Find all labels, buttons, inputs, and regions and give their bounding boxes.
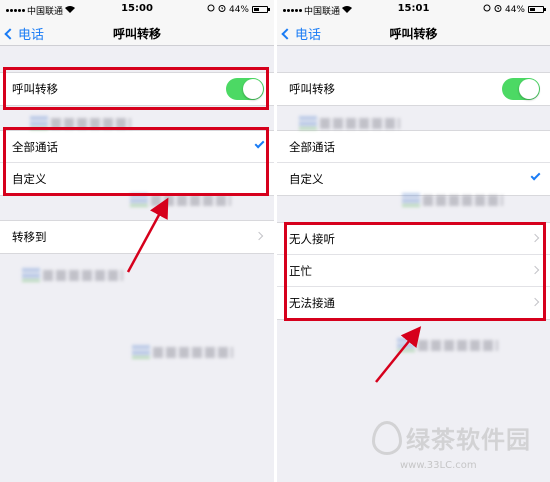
toggle-knob — [243, 79, 263, 99]
condition-unreachable[interactable]: 无法接通 — [277, 287, 550, 319]
battery-icon — [252, 6, 270, 13]
battery-fill — [530, 8, 536, 11]
mode-option-custom[interactable]: 自定义 — [277, 163, 550, 195]
forwarding-mode-group: 全部通话 自定义 — [277, 130, 550, 196]
lock-rotation-icon — [207, 4, 215, 15]
site-watermark-name: 绿茶软件园 — [406, 426, 531, 454]
navigation-bar: 电话 呼叫转移 — [277, 20, 550, 46]
forward-to-group: 转移到 — [0, 220, 274, 254]
mode-option-label: 全部通话 — [289, 139, 335, 154]
page-title: 呼叫转移 — [389, 27, 438, 41]
blurred-watermark — [397, 338, 498, 352]
call-forwarding-row: 呼叫转移 — [277, 73, 550, 105]
mode-option-all-calls[interactable]: 全部通话 — [277, 131, 550, 163]
mode-option-all-calls[interactable]: 全部通话 — [0, 131, 274, 163]
alarm-icon — [218, 4, 226, 15]
call-forwarding-group: 呼叫转移 — [0, 72, 274, 106]
call-forwarding-toggle[interactable] — [502, 78, 540, 100]
alarm-icon — [494, 4, 502, 15]
blurred-watermark — [299, 116, 400, 130]
call-forwarding-group: 呼叫转移 — [277, 72, 550, 106]
call-forwarding-row: 呼叫转移 — [0, 73, 274, 105]
site-watermark-url: www.33LC.com — [400, 460, 477, 471]
battery-fill — [254, 8, 260, 11]
status-bar: 中国联通 15:00 44% — [0, 0, 274, 20]
condition-label: 无人接听 — [289, 231, 335, 246]
mode-option-custom[interactable]: 自定义 — [0, 163, 274, 195]
mode-option-label: 全部通话 — [12, 139, 58, 154]
forward-to-row[interactable]: 转移到 — [0, 221, 274, 253]
status-right: 44% — [483, 4, 546, 15]
mode-option-label: 自定义 — [289, 172, 324, 186]
condition-label: 无法接通 — [289, 296, 335, 310]
page-title: 呼叫转移 — [112, 27, 161, 41]
site-watermark: 绿茶软件园 — [372, 420, 531, 455]
condition-no-answer[interactable]: 无人接听 — [277, 223, 550, 255]
forward-to-label: 转移到 — [12, 230, 47, 244]
right-phone-screen: 中国联通 15:01 44% 电话 呼叫转移 呼叫转移 全部通话 自定义 无人接… — [277, 0, 550, 482]
site-logo-icon — [372, 420, 402, 455]
status-bar: 中国联通 15:01 44% — [277, 0, 550, 20]
condition-label: 正忙 — [289, 263, 312, 278]
battery-percent: 44% — [228, 4, 249, 15]
condition-busy[interactable]: 正忙 — [277, 255, 550, 287]
battery-percent: 44% — [504, 4, 525, 15]
mode-option-label: 自定义 — [12, 172, 47, 186]
condition-group: 无人接听 正忙 无法接通 — [277, 222, 550, 320]
forwarding-mode-group: 全部通话 自定义 — [0, 130, 274, 196]
call-forwarding-toggle[interactable] — [226, 78, 264, 100]
left-phone-screen: 中国联通 15:00 44% 电话 呼叫转移 呼叫转移 全部通话 自定义 转移到 — [0, 0, 274, 482]
navigation-bar: 电话 呼叫转移 — [0, 20, 274, 46]
status-right: 44% — [207, 4, 270, 15]
blurred-watermark — [30, 116, 131, 130]
lock-rotation-icon — [483, 4, 491, 15]
battery-icon — [528, 6, 546, 13]
toggle-knob — [519, 79, 539, 99]
blurred-watermark — [22, 268, 123, 282]
blurred-watermark — [132, 345, 233, 359]
